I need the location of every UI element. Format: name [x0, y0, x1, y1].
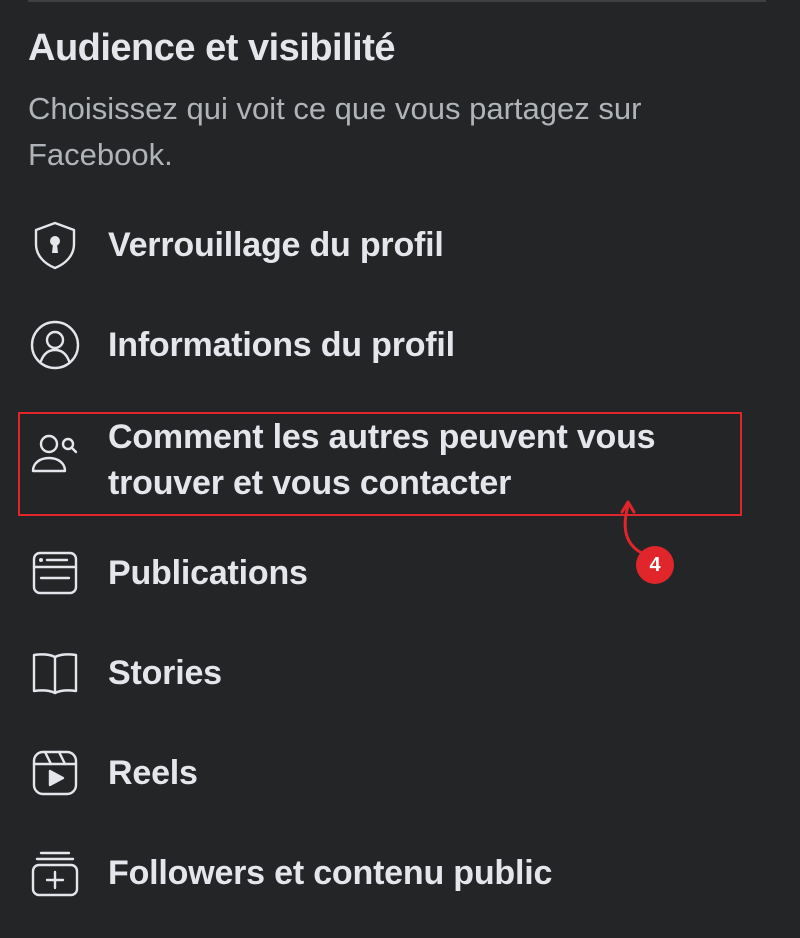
menu-item-reels[interactable]: Reels — [24, 742, 744, 804]
reels-icon — [24, 742, 86, 804]
menu-item-followers-public-content[interactable]: Followers et contenu public — [24, 842, 744, 904]
section-description: Choisissez qui voit ce que vous partagez… — [28, 91, 642, 172]
menu-item-profile-lock[interactable]: Verrouillage du profil — [24, 214, 744, 276]
section-title: Audience et visibilité — [28, 27, 396, 69]
book-icon — [24, 642, 86, 704]
stack-plus-icon — [24, 842, 86, 904]
menu-item-profile-info[interactable]: Informations du profil — [24, 314, 744, 376]
menu-item-label: Reels — [108, 754, 198, 792]
menu-item-label: Stories — [108, 654, 222, 692]
menu-item-label: Verrouillage du profil — [108, 226, 444, 264]
shield-lock-icon — [24, 214, 86, 276]
menu-item-label: Followers et contenu public — [108, 854, 553, 892]
step-number-badge: 4 — [636, 546, 674, 584]
menu-item-label: Informations du profil — [108, 326, 455, 364]
menu-item-stories[interactable]: Stories — [24, 642, 744, 704]
posts-icon — [24, 542, 86, 604]
menu-item-label: Publications — [108, 554, 308, 592]
profile-circle-icon — [24, 314, 86, 376]
